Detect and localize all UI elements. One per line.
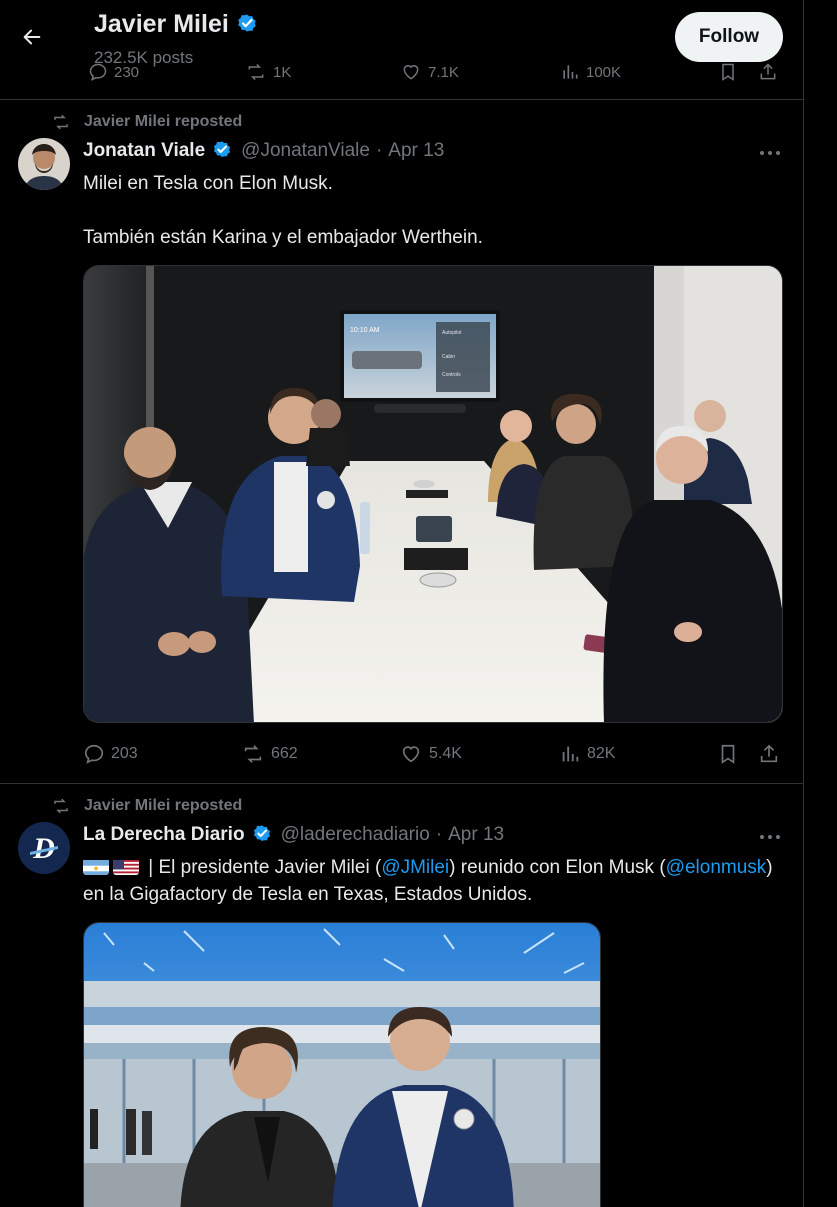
scrollbar-area[interactable] [805,0,837,1207]
post-photo[interactable] [83,922,601,1207]
screen-panel-label: Autopilot [442,330,462,336]
profile-name-row: Javier Milei [94,10,267,39]
meeting-room-photo: 10:10 AM Autopilot Cabin Controls [84,266,782,722]
bookmark-button[interactable] [717,740,739,768]
post-actions: 203 662 5.4K 82K [83,740,783,768]
views-button[interactable]: 82K [559,740,615,768]
arrow-left-icon [23,29,41,45]
repost-icon [54,798,68,814]
prev-views-button[interactable]: 100K [560,62,621,82]
mention-link[interactable]: @JMilei [381,857,449,878]
like-button[interactable]: 5.4K [399,740,462,768]
prev-repost-button[interactable]: 1K [245,62,291,82]
post-date[interactable]: Apr 13 [448,824,504,846]
bar-chart-icon [562,746,579,762]
screen-panel-label: Controls [442,372,461,378]
bar-chart-icon [563,65,578,79]
posts-count: 232.5K posts [94,48,194,67]
verified-badge-icon [235,13,259,37]
follow-button[interactable]: Follow [675,12,783,62]
verified-badge-icon [251,824,273,846]
avatar[interactable]: D [18,822,70,874]
prev-like-count: 7.1K [428,63,459,81]
avatar[interactable] [18,138,70,190]
separator-dot: · [435,824,443,845]
more-horizontal-icon [760,835,780,839]
screen-time: 10:10 AM [350,327,380,334]
post-text-line: en la Gigafactory de Tesla en Texas, Est… [83,884,533,905]
prev-bookmark-button[interactable] [718,62,738,82]
prev-like-button[interactable]: 7.1K [400,62,459,82]
tweet-la-derecha-diario[interactable]: Javier Milei reposted D La Derecha Diari… [0,784,803,1207]
more-options-button[interactable] [756,827,784,847]
author-row: La Derecha Diario @laderechadiario · Apr… [83,824,504,846]
repost-icon [54,114,68,130]
author-row: Jonatan Viale @JonatanViale · Apr 13 [83,140,444,162]
bookmark-icon [722,63,734,81]
author-handle[interactable]: @JonatanViale [241,140,370,162]
post-text: | El presidente Javier Milei (@JMilei) r… [83,854,783,908]
post-text-segment: ) [766,857,773,878]
post-text-line: También están Karina y el embajador Wert… [83,227,483,248]
prev-view-count: 100K [586,63,622,81]
post-text-line: Milei en Tesla con Elon Musk. [83,173,333,194]
repost-indicator: Javier Milei reposted [50,797,242,815]
repost-icon [248,63,264,81]
repost-icon [244,745,262,763]
tweet-jonatan-viale[interactable]: Javier Milei reposted Jonatan Viale @Jon… [0,100,803,784]
prev-share-button[interactable] [758,62,778,82]
view-count: 82K [587,745,616,762]
us-flag-icon [113,858,139,875]
author-name[interactable]: Jonatan Viale [83,140,205,162]
separator-dot: · [375,140,383,161]
bookmark-icon [721,744,735,764]
verified-badge-icon [211,140,233,162]
repost-button[interactable]: 662 [241,740,298,768]
back-button[interactable] [14,19,50,55]
heart-icon [402,746,420,763]
post-text-line: | El presidente Javier Milei (@JMilei) r… [83,854,783,881]
more-horizontal-icon [760,151,780,155]
prev-repost-count: 1K [273,63,292,81]
post-photo[interactable]: 10:10 AM Autopilot Cabin Controls [83,265,783,723]
like-count: 5.4K [429,745,462,762]
share-icon [760,744,778,763]
timeline-column: 230 1K 7.1K 100K Javier Milei 232.5K pos… [0,0,804,1207]
profile-name: Javier Milei [94,10,229,38]
repost-label: Javier Milei reposted [84,797,243,814]
mention-link[interactable]: @elonmusk [666,857,767,878]
gigafactory-photo [84,923,600,1207]
share-button[interactable] [758,740,780,768]
heart-icon [403,65,419,80]
more-options-button[interactable] [756,143,784,163]
reply-button[interactable]: 203 [83,740,138,768]
post-text: Milei en Tesla con Elon Musk. También es… [83,170,783,251]
post-date[interactable]: Apr 13 [388,140,444,162]
repost-label: Javier Milei reposted [84,113,243,130]
post-text-segment: | El presidente Javier Milei ( [143,857,382,878]
argentina-flag-icon [83,858,109,875]
reply-count: 203 [111,745,138,762]
post-text-segment: ) reunido con Elon Musk ( [449,857,666,878]
repost-count: 662 [271,745,298,762]
repost-indicator: Javier Milei reposted [50,113,242,131]
screen-panel-label: Cabin [442,354,455,360]
author-name[interactable]: La Derecha Diario [83,824,245,846]
profile-header: 230 1K 7.1K 100K Javier Milei 232.5K pos… [0,0,803,100]
author-handle[interactable]: @laderechadiario [281,824,430,846]
reply-icon [84,744,104,764]
share-icon [760,63,776,80]
